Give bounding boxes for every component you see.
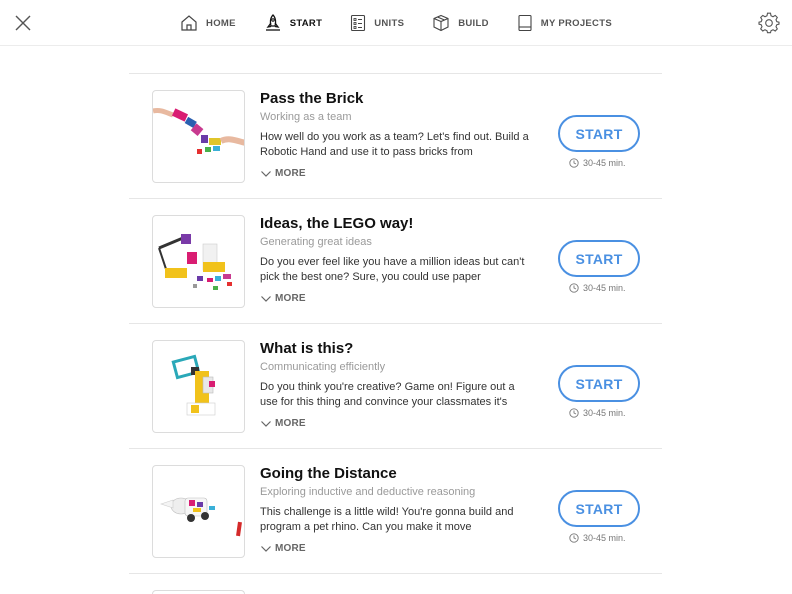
lesson-title: What is this? bbox=[260, 340, 354, 357]
lesson-thumbnail[interactable] bbox=[152, 90, 245, 183]
chevron-down-icon bbox=[261, 545, 271, 552]
lesson-row: Going the Distance Exploring inductive a… bbox=[129, 449, 662, 574]
lesson-description: Do you ever feel like you have a million… bbox=[260, 256, 525, 283]
mystery-model-image bbox=[171, 354, 216, 416]
nav-home-label: HOME bbox=[206, 17, 236, 29]
nav-build[interactable]: BUILD bbox=[432, 14, 489, 32]
duration-label: 30-45 min. bbox=[583, 408, 626, 418]
home-icon bbox=[181, 15, 197, 31]
lesson-thumbnail[interactable] bbox=[152, 340, 245, 433]
nav-start-label: START bbox=[289, 17, 323, 29]
more-toggle[interactable]: MORE bbox=[260, 168, 320, 179]
lesson-subtitle: Communicating efficiently bbox=[260, 361, 386, 373]
lesson-row: What is this? Communicating efficiently … bbox=[129, 324, 662, 449]
start-button[interactable]: START bbox=[558, 490, 640, 527]
lesson-row: Pass the Brick Working as a team How wel… bbox=[129, 74, 662, 199]
lesson-thumbnail[interactable] bbox=[152, 465, 245, 558]
lesson-info: What is this? Communicating efficiently … bbox=[260, 340, 535, 429]
start-button[interactable]: START bbox=[558, 115, 640, 152]
clock-icon bbox=[569, 533, 579, 543]
lesson-duration: 30-45 min. bbox=[569, 283, 626, 293]
gear-icon bbox=[758, 12, 780, 34]
chevron-down-icon bbox=[261, 295, 271, 302]
lesson-description: How well do you work as a team? Let's fi… bbox=[260, 131, 529, 158]
nav-units-label: UNITS bbox=[374, 17, 405, 29]
lesson-subtitle: Working as a team bbox=[260, 111, 352, 123]
more-label: MORE bbox=[275, 293, 306, 304]
clock-icon bbox=[569, 158, 579, 168]
start-button[interactable]: START bbox=[558, 365, 640, 402]
box-icon bbox=[433, 14, 449, 32]
more-label: MORE bbox=[275, 418, 306, 429]
lesson-thumbnail[interactable] bbox=[152, 215, 245, 308]
lesson-list: Pass the Brick Working as a team How wel… bbox=[129, 73, 662, 594]
lesson-title: Going the Distance bbox=[260, 465, 397, 482]
robotic-hand-image bbox=[153, 108, 244, 154]
nav-units[interactable]: UNITS bbox=[350, 14, 404, 32]
nav-start[interactable]: START bbox=[264, 14, 322, 32]
lesson-duration: 30-45 min. bbox=[569, 158, 626, 168]
start-button[interactable]: START bbox=[558, 240, 640, 277]
lesson-row: Ideas, the LEGO way! Generating great id… bbox=[129, 199, 662, 324]
lesson-duration: 30-45 min. bbox=[569, 533, 626, 543]
nav-home[interactable]: HOME bbox=[180, 14, 236, 32]
nav-my-projects[interactable]: MY PROJECTS bbox=[517, 14, 612, 32]
chevron-down-icon bbox=[261, 170, 271, 177]
duration-label: 30-45 min. bbox=[583, 158, 626, 168]
lesson-title: Pass the Brick bbox=[260, 90, 364, 107]
duration-label: 30-45 min. bbox=[583, 283, 626, 293]
lesson-row-partial bbox=[129, 574, 662, 594]
more-toggle[interactable]: MORE bbox=[260, 418, 320, 429]
book-icon bbox=[518, 14, 532, 32]
nav-my-projects-label: MY PROJECTS bbox=[540, 17, 612, 29]
duration-label: 30-45 min. bbox=[583, 533, 626, 543]
lesson-info: Going the Distance Exploring inductive a… bbox=[260, 465, 535, 554]
chevron-down-icon bbox=[261, 420, 271, 427]
lesson-thumbnail[interactable] bbox=[152, 590, 245, 594]
more-toggle[interactable]: MORE bbox=[260, 543, 320, 554]
lesson-subtitle: Generating great ideas bbox=[260, 236, 372, 248]
clock-icon bbox=[569, 283, 579, 293]
top-bar: HOME START UNITS BUILD MY PROJECTS bbox=[0, 0, 792, 46]
lesson-description: Do you think you're creative? Game on! F… bbox=[260, 381, 515, 408]
more-label: MORE bbox=[275, 543, 306, 554]
lesson-duration: 30-45 min. bbox=[569, 408, 626, 418]
lesson-title: Ideas, the LEGO way! bbox=[260, 215, 414, 232]
lesson-description: This challenge is a little wild! You're … bbox=[260, 506, 514, 533]
nav-build-label: BUILD bbox=[458, 17, 489, 29]
checklist-icon bbox=[351, 14, 366, 32]
more-label: MORE bbox=[275, 168, 306, 179]
lesson-info: Pass the Brick Working as a team How wel… bbox=[260, 90, 535, 179]
more-toggle[interactable]: MORE bbox=[260, 293, 320, 304]
rocket-icon bbox=[265, 14, 280, 31]
idea-machine-image bbox=[158, 234, 232, 290]
settings-button[interactable] bbox=[758, 12, 780, 34]
pet-rhino-image bbox=[160, 497, 242, 537]
clock-icon bbox=[569, 408, 579, 418]
main-nav: HOME START UNITS BUILD MY PROJECTS bbox=[0, 0, 792, 46]
lesson-info: Ideas, the LEGO way! Generating great id… bbox=[260, 215, 535, 304]
lesson-subtitle: Exploring inductive and deductive reason… bbox=[260, 486, 476, 498]
